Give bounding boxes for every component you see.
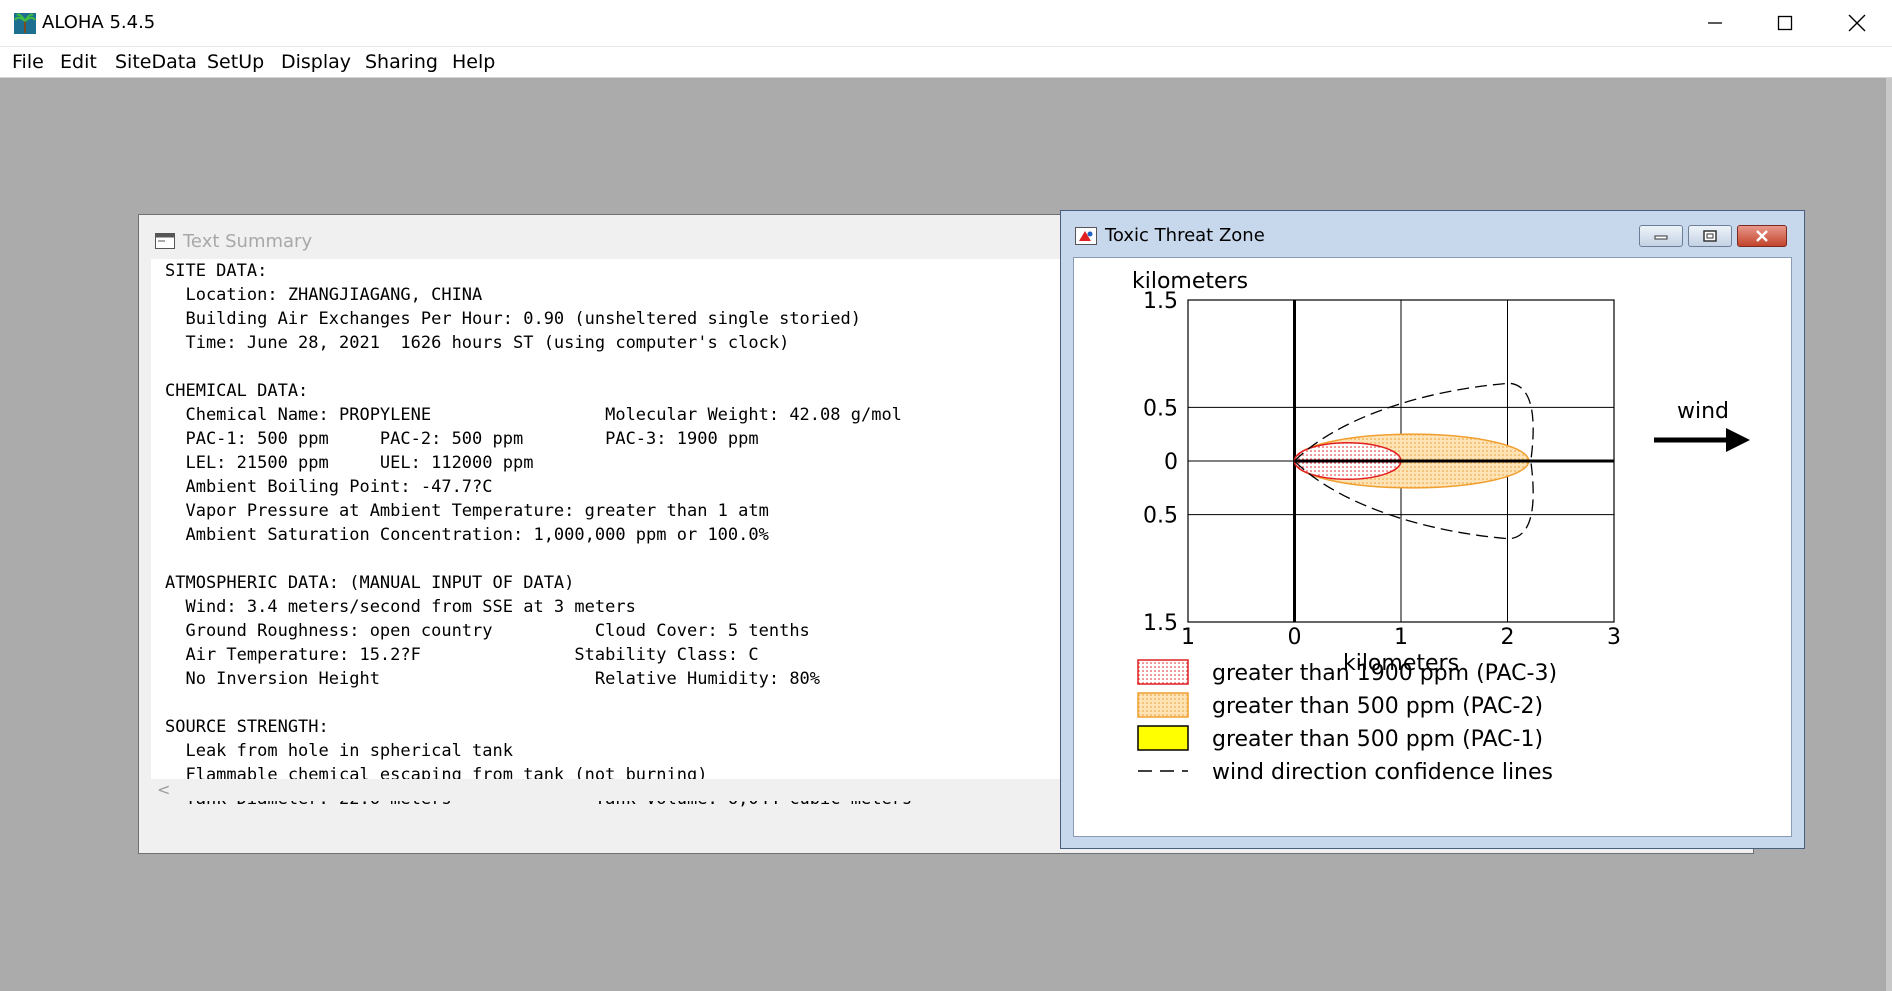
child-restore-button[interactable] — [1688, 225, 1732, 247]
child-minimize-button[interactable] — [1639, 225, 1683, 247]
restore-icon — [1703, 230, 1717, 242]
summary-line: Ambient Boiling Point: -47.7?C — [165, 477, 493, 497]
menu-file[interactable]: File — [12, 51, 44, 73]
summary-line: Wind: 3.4 meters/second from SSE at 3 me… — [165, 597, 636, 617]
minimize-icon — [1708, 22, 1722, 24]
y-tick-label: 0.5 — [1143, 504, 1178, 529]
menu-sharing[interactable]: Sharing — [365, 51, 438, 73]
threat-zone-chart: 1.50.500.51.51 0 1 2 3kilometerskilometerswi… — [1132, 269, 1750, 785]
legend-label: greater than 500 ppm (PAC-1) — [1212, 727, 1543, 752]
title-bar: ALOHA 5.4.5 — [0, 0, 1892, 47]
child-close-button[interactable] — [1737, 225, 1787, 247]
maximize-icon — [1777, 15, 1793, 31]
y-axis-label: kilometers — [1132, 269, 1248, 294]
app-title: ALOHA 5.4.5 — [42, 12, 156, 33]
summary-line: Leak from hole in spherical tank — [165, 741, 513, 761]
close-icon — [1756, 230, 1768, 242]
menu-display[interactable]: Display — [281, 51, 351, 73]
summary-line: No Inversion Height Relative Humidity: 8… — [165, 669, 821, 689]
threat-zone-icon — [1075, 227, 1097, 245]
window-edge — [1886, 78, 1892, 991]
legend-swatch — [1137, 725, 1189, 751]
x-tick-label: 1 — [1394, 625, 1408, 650]
palm-tree-icon — [14, 13, 36, 34]
summary-line: Location: ZHANGJIAGANG, CHINA — [165, 285, 483, 305]
text-window-icon — [155, 233, 175, 249]
x-tick-label: 3 — [1607, 625, 1621, 650]
summary-line: CHEMICAL DATA: — [165, 381, 309, 401]
summary-text: SITE DATA: Location: ZHANGJIAGANG, CHINA… — [165, 259, 912, 811]
horizontal-scrollbar[interactable]: < — [151, 779, 1196, 801]
x-tick-label: 2 — [1501, 625, 1515, 650]
legend-swatch — [1137, 692, 1189, 718]
summary-line: ATMOSPHERIC DATA: (MANUAL INPUT OF DATA) — [165, 573, 575, 593]
threat-zone-plot-area: 1.5 0.5 0 0.5 1.5 1 0 1 2 3 kilometers kilometers wi… — [1073, 257, 1792, 837]
summary-line: Chemical Name: PROPYLENE Molecular Weigh… — [165, 405, 902, 425]
scroll-left-arrow-icon[interactable]: < — [157, 780, 170, 799]
legend-label: greater than 1900 ppm (PAC-3) — [1212, 661, 1557, 686]
summary-line: Ambient Saturation Concentration: 1,000,… — [165, 525, 769, 545]
close-button[interactable] — [1822, 0, 1892, 46]
y-tick-label: 0.5 — [1143, 396, 1178, 421]
menu-sitedata[interactable]: SiteData — [115, 51, 197, 73]
summary-line: SOURCE STRENGTH: — [165, 717, 329, 737]
summary-line: Building Air Exchanges Per Hour: 0.90 (u… — [165, 309, 861, 329]
menu-setup[interactable]: SetUp — [207, 51, 264, 73]
toxic-threat-zone-window[interactable]: Toxic Threat Zone 1.5 0.5 0 0.5 1.5 1 0 1 2 3 kilo… — [1060, 210, 1805, 849]
legend-label: wind direction confidence lines — [1212, 760, 1553, 785]
maximize-button[interactable] — [1750, 0, 1820, 46]
x-tick-label: 1 — [1181, 625, 1195, 650]
wind-arrow-head — [1726, 428, 1750, 452]
summary-line: Time: June 28, 2021 1626 hours ST (using… — [165, 333, 790, 353]
summary-line: Air Temperature: 15.2?F Stability Class:… — [165, 645, 759, 665]
y-tick-label: 0 — [1164, 450, 1178, 475]
menu-edit[interactable]: Edit — [60, 51, 97, 73]
summary-line: SITE DATA: — [165, 261, 268, 281]
legend-swatch — [1137, 659, 1189, 685]
summary-line: LEL: 21500 ppm UEL: 112000 ppm — [165, 453, 534, 473]
minimize-icon — [1654, 235, 1668, 240]
wind-label: wind — [1677, 399, 1729, 424]
summary-line: Ground Roughness: open country Cloud Cov… — [165, 621, 810, 641]
menu-bar: File Edit SiteData SetUp Display Sharing… — [0, 47, 1892, 78]
text-summary-body[interactable]: SITE DATA: Location: ZHANGJIAGANG, CHINA… — [151, 259, 1196, 809]
menu-help[interactable]: Help — [452, 51, 495, 73]
text-summary-title: Text Summary — [183, 231, 313, 252]
legend-label: greater than 500 ppm (PAC-2) — [1212, 694, 1543, 719]
y-tick-label: 1.5 — [1143, 611, 1178, 636]
summary-line: Vapor Pressure at Ambient Temperature: g… — [165, 501, 769, 521]
minimize-button[interactable] — [1680, 0, 1750, 46]
threat-zone-title: Toxic Threat Zone — [1105, 225, 1265, 246]
close-icon — [1848, 14, 1866, 32]
x-tick-label: 0 — [1288, 625, 1302, 650]
summary-line: PAC-1: 500 ppm PAC-2: 500 ppm PAC-3: 190… — [165, 429, 759, 449]
